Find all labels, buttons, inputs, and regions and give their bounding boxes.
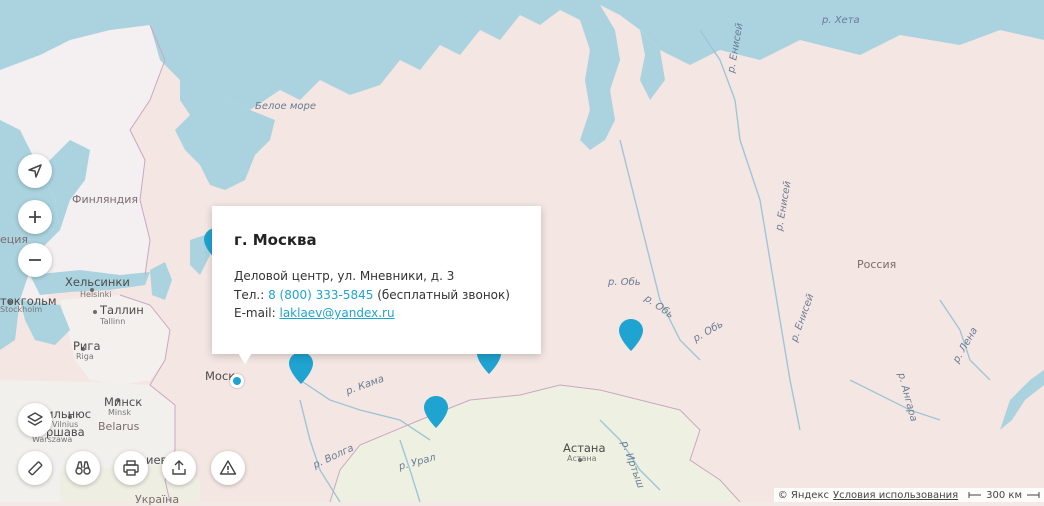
- map-footer: © Яндекс Условия использования 300 км: [773, 488, 1044, 502]
- label-tallinn-en: Tallinn: [100, 317, 126, 326]
- popup-tail: [238, 353, 252, 364]
- plus-icon: [29, 211, 41, 223]
- share-button[interactable]: [162, 451, 196, 485]
- label-astana-en: Астана: [567, 454, 597, 463]
- scale-bar-icon: [968, 492, 982, 498]
- label-stockholm-en: Stockholm: [0, 305, 43, 314]
- map-marker[interactable]: [619, 319, 643, 351]
- label-vilnius: ильнюс: [46, 407, 92, 421]
- terms-link[interactable]: Условия использования: [833, 490, 958, 501]
- label-astana: Астана: [563, 441, 606, 455]
- label-russia: Россия: [857, 258, 897, 271]
- label-minsk: Минск: [104, 395, 143, 409]
- zoom-out-button[interactable]: [18, 243, 52, 277]
- warning-icon: [219, 460, 237, 475]
- scale-text: 300 км: [986, 489, 1022, 501]
- location-arrow-icon: [28, 164, 42, 178]
- copyright-text: © Яндекс: [777, 489, 829, 501]
- zoom-in-button[interactable]: [18, 200, 52, 234]
- label-sweden: еция: [0, 233, 29, 246]
- map-marker[interactable]: [289, 352, 313, 384]
- popup-phone-label: Тел.:: [234, 288, 269, 302]
- popup-email-link[interactable]: laklaev@yandex.ru: [279, 306, 394, 320]
- popup-title: г. Москва: [234, 231, 317, 249]
- label-belarus: Belarus: [98, 420, 140, 433]
- label-ukraine: Україна: [135, 493, 180, 506]
- label-riga: Рига: [73, 339, 101, 353]
- popup-phone-note: (бесплатный звонок): [373, 288, 510, 302]
- map-marker[interactable]: [424, 396, 448, 428]
- scale-bar-end-icon: [1027, 492, 1040, 498]
- popup-phone-line: Тел.: 8 (800) 333-5845 (бесплатный звоно…: [234, 288, 510, 302]
- label-finland: Финляндия: [72, 193, 139, 206]
- office-popup: г. Москва Деловой центр, ул. Мневники, д…: [212, 206, 541, 354]
- share-icon: [172, 460, 186, 475]
- label-minsk-en: Мinsk: [108, 408, 131, 417]
- label-white-sea: Белое море: [255, 101, 317, 112]
- print-button[interactable]: [114, 451, 148, 485]
- layers-icon: [27, 412, 43, 426]
- layers-button[interactable]: [18, 403, 52, 437]
- report-error-button[interactable]: [211, 451, 245, 485]
- ruler-icon: [28, 461, 43, 476]
- geolocation-button[interactable]: [18, 154, 52, 188]
- label-tallinn: Таллин: [100, 303, 144, 317]
- label-warsaw-en: Warszawa: [32, 435, 73, 444]
- minus-icon: [29, 259, 41, 261]
- popup-address: Деловой центр, ул. Мневники, д. 3: [234, 269, 455, 283]
- label-helsinki-en: Helsinki: [80, 290, 112, 299]
- ruler-button[interactable]: [18, 451, 52, 485]
- moscow-location-dot[interactable]: [230, 374, 244, 388]
- label-helsinki: Хельсинки: [65, 275, 130, 289]
- popup-phone-link[interactable]: 8 (800) 333-5845: [268, 288, 373, 302]
- popup-email-label: E-mail:: [234, 306, 280, 320]
- label-riga-en: Riga: [76, 352, 94, 361]
- binoculars-icon: [75, 461, 91, 475]
- printer-icon: [123, 460, 139, 476]
- panorama-button[interactable]: [66, 451, 100, 485]
- label-river-ob-1: р. Обь: [608, 277, 641, 288]
- label-river-kheta: р. Хета: [822, 15, 860, 26]
- popup-email-line: E-mail: laklaev@yandex.ru: [234, 306, 395, 320]
